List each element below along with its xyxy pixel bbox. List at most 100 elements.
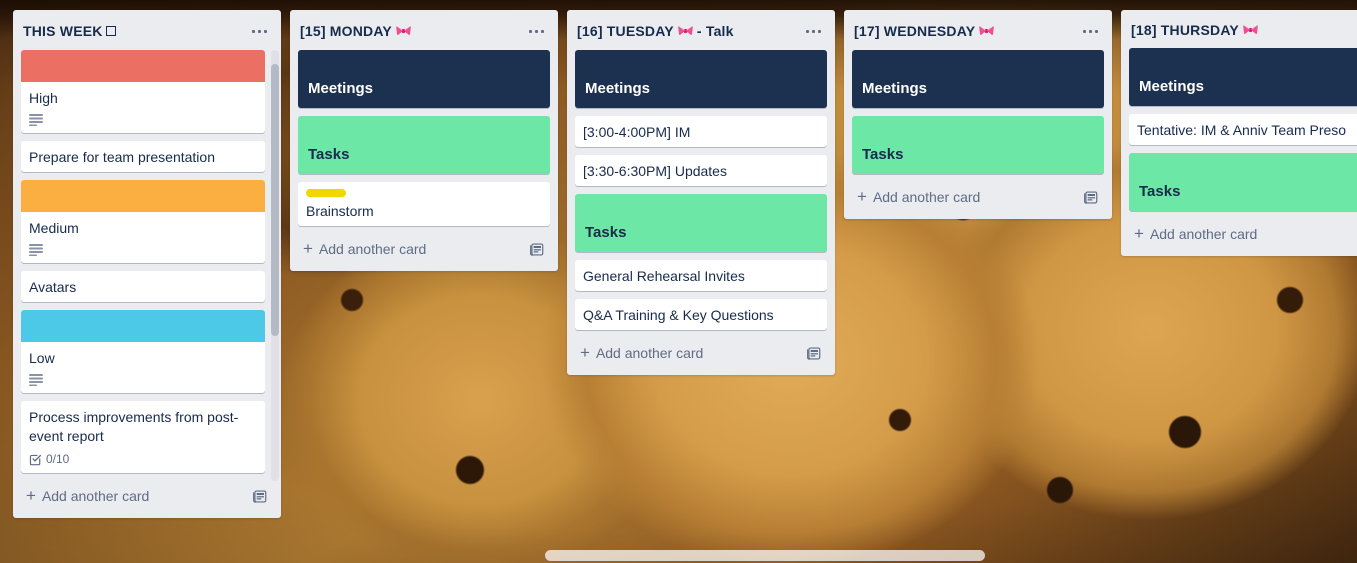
card[interactable]: Low xyxy=(21,310,265,393)
description-icon xyxy=(29,374,43,386)
add-card-left: + Add another card xyxy=(26,487,150,504)
card[interactable]: [3:30-6:30PM] Updates xyxy=(575,155,827,186)
list-title[interactable]: [16] TUESDAY - Talk xyxy=(577,21,734,41)
card-body: Medium xyxy=(21,212,265,263)
badge-checklist: 0/10 xyxy=(29,452,69,466)
card-title: [3:00-4:00PM] IM xyxy=(583,124,691,140)
board-horizontal-scrollbar[interactable] xyxy=(0,550,1357,561)
list-header: [15] MONDAY xyxy=(290,10,558,50)
list-cards: Meetings Tasks xyxy=(844,50,1112,182)
add-another-card-button[interactable]: + Add another card xyxy=(294,234,554,263)
list-title[interactable]: [15] MONDAY xyxy=(300,21,411,41)
card[interactable]: Medium xyxy=(21,180,265,263)
card-title: Low xyxy=(29,350,55,366)
board-canvas: THIS WEEK High Prepare for team presentat… xyxy=(0,0,1357,563)
list-actions-menu-icon[interactable] xyxy=(1076,20,1104,42)
list-title-text: [16] TUESDAY xyxy=(577,23,674,39)
add-card-left: + Add another card xyxy=(857,187,980,206)
section-card[interactable]: Meetings xyxy=(575,50,827,108)
section-card[interactable]: Meetings xyxy=(298,50,550,108)
template-card-icon[interactable] xyxy=(806,346,821,361)
add-another-card-button[interactable]: + Add another card xyxy=(1125,219,1357,248)
missing-glyph-box-icon xyxy=(105,26,116,36)
list-vertical-scrollbar[interactable] xyxy=(271,50,279,481)
list-title[interactable]: THIS WEEK xyxy=(23,21,116,41)
card[interactable]: [3:00-4:00PM] IM xyxy=(575,116,827,147)
add-card-left: + Add another card xyxy=(303,239,426,258)
card-body: Low xyxy=(21,342,265,393)
add-card-label: Add another card xyxy=(41,488,150,504)
card-body: [3:00-4:00PM] IM xyxy=(575,116,827,147)
bow-emoji-icon xyxy=(392,23,411,39)
section-card[interactable]: Tasks xyxy=(852,116,1104,174)
list-title-text: [15] MONDAY xyxy=(300,23,392,39)
card-body: Prepare for team presentation xyxy=(21,141,265,172)
card-body: Meetings xyxy=(1129,48,1357,106)
list-header: [18] THURSDAY xyxy=(1121,10,1357,48)
add-card-left: + Add another card xyxy=(580,344,703,361)
card[interactable]: High xyxy=(21,50,265,133)
section-card[interactable]: Meetings xyxy=(1129,48,1357,106)
badge-description xyxy=(29,244,43,256)
card-title: Medium xyxy=(29,220,79,236)
template-card-icon[interactable] xyxy=(529,242,544,257)
badge-description xyxy=(29,374,43,386)
add-another-card-button[interactable]: + Add another card xyxy=(848,182,1108,211)
section-card[interactable]: Tasks xyxy=(575,194,827,252)
card-body: Tasks xyxy=(1129,153,1357,211)
card-cover xyxy=(21,180,265,212)
card[interactable]: Prepare for team presentation xyxy=(21,141,265,172)
list-actions-menu-icon[interactable] xyxy=(245,20,273,42)
add-card-left: + Add another card xyxy=(1134,225,1257,242)
card-title: Brainstorm xyxy=(306,203,374,219)
list-15-monday: [15] MONDAY Meetings Tasks Brainstorm + Add … xyxy=(290,10,558,271)
card-title: Tasks xyxy=(1139,183,1181,200)
card-body: Tasks xyxy=(852,116,1104,174)
card-body: Meetings xyxy=(575,50,827,108)
list-17-wednesday: [17] WEDNESDAY Meetings Tasks + Add another… xyxy=(844,10,1112,219)
card-title: Meetings xyxy=(308,80,374,97)
template-card-icon[interactable] xyxy=(252,489,267,504)
section-card[interactable]: Tasks xyxy=(1129,153,1357,211)
add-another-card-button[interactable]: + Add another card xyxy=(571,338,831,367)
list-title-text: THIS WEEK xyxy=(23,23,103,39)
card[interactable]: Q&A Training & Key Questions xyxy=(575,299,827,330)
card[interactable]: Brainstorm xyxy=(298,182,550,226)
card-body: Brainstorm xyxy=(298,182,550,226)
card[interactable]: Avatars xyxy=(21,271,265,302)
list-cards: Meetings Tentative: IM & Anniv Team Preso… xyxy=(1121,48,1357,219)
card-label[interactable] xyxy=(306,189,346,197)
list-title[interactable]: [17] WEDNESDAY xyxy=(854,21,995,41)
list-actions-menu-icon[interactable] xyxy=(522,20,550,42)
list-title-suffix: - Talk xyxy=(692,23,734,39)
plus-icon: + xyxy=(857,187,867,206)
card-badges: 0/10 xyxy=(29,452,257,468)
card[interactable]: Tentative: IM & Anniv Team Preso xyxy=(1129,114,1357,145)
card-title: Meetings xyxy=(862,80,928,97)
list-vertical-scrollbar-thumb[interactable] xyxy=(271,64,279,336)
card-badges xyxy=(29,244,257,258)
template-card-icon[interactable] xyxy=(1083,190,1098,205)
card-body: High xyxy=(21,82,265,133)
list-cards: Meetings [3:00-4:00PM] IM [3:30-6:30PM] Up… xyxy=(567,50,835,338)
card-body: Tasks xyxy=(298,116,550,174)
card-title: Tasks xyxy=(585,224,627,241)
card[interactable]: General Rehearsal Invites xyxy=(575,260,827,291)
section-card[interactable]: Meetings xyxy=(852,50,1104,108)
card-title: Tentative: IM & Anniv Team Preso xyxy=(1137,122,1347,138)
card-badges xyxy=(29,374,257,388)
add-another-card-button[interactable]: + Add another card xyxy=(17,481,277,510)
card-body: Tasks xyxy=(575,194,827,252)
list-title[interactable]: [18] THURSDAY xyxy=(1131,20,1258,40)
card[interactable]: Process improvements from post-event rep… xyxy=(21,401,265,473)
list-16-tuesday: [16] TUESDAY - Talk Meetings [3:00-4:00PM]… xyxy=(567,10,835,375)
card-title: Process improvements from post-event rep… xyxy=(29,409,239,444)
board-horizontal-scrollbar-thumb[interactable] xyxy=(545,550,985,561)
plus-icon: + xyxy=(303,239,313,258)
list-actions-menu-icon[interactable] xyxy=(799,20,827,42)
section-card[interactable]: Tasks xyxy=(298,116,550,174)
card-body: General Rehearsal Invites xyxy=(575,260,827,291)
lists-container: THIS WEEK High Prepare for team presentat… xyxy=(13,10,1357,518)
card-title: [3:30-6:30PM] Updates xyxy=(583,163,727,179)
card-cover xyxy=(21,310,265,342)
